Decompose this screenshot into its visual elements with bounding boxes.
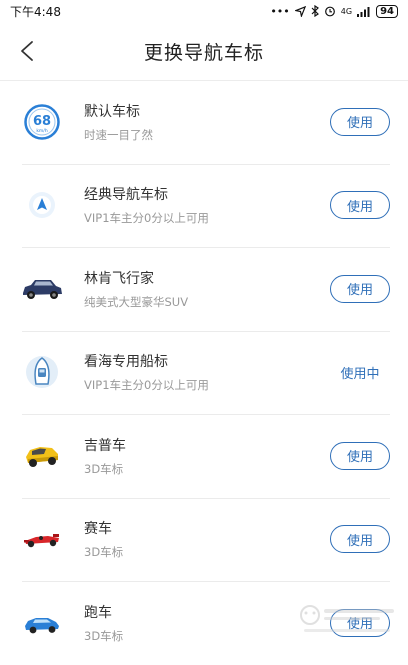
sports-car-icon bbox=[25, 617, 59, 634]
status-time: 下午4:48 bbox=[10, 4, 61, 19]
use-button[interactable]: 使用 bbox=[330, 107, 390, 136]
jeep-icon bbox=[26, 446, 58, 467]
use-button[interactable]: 使用 bbox=[330, 274, 390, 303]
list-item: 赛车 3D车标 使用 bbox=[0, 497, 408, 582]
use-button[interactable]: 使用 bbox=[330, 525, 390, 554]
header: 更换导航车标 bbox=[0, 22, 408, 81]
status-bar: 下午4:48 ••• 4G 94 bbox=[0, 0, 408, 22]
list-item: 看海专用船标 VIP1车主分0分以上可用 使用中 bbox=[0, 330, 408, 415]
suv-car-icon bbox=[23, 279, 62, 299]
in-use-label: 使用中 bbox=[340, 366, 380, 382]
list-item: 吉普车 3D车标 使用 bbox=[0, 414, 408, 498]
page-title: 更换导航车标 bbox=[143, 41, 264, 64]
speedometer-icon: 68 km/h bbox=[24, 104, 60, 140]
list-item: 68 km/h 默认车标 时速一目了然 使用 bbox=[0, 80, 408, 164]
race-car-icon bbox=[24, 534, 59, 548]
battery-level: 94 bbox=[376, 4, 398, 18]
signal-icon bbox=[357, 6, 370, 17]
alarm-icon bbox=[324, 6, 335, 17]
back-button[interactable] bbox=[12, 36, 42, 66]
network-type: 4G bbox=[340, 6, 353, 16]
boat-icon bbox=[26, 356, 58, 389]
navigation-arrow-icon bbox=[29, 192, 55, 219]
status-icons: ••• 4G 94 bbox=[270, 4, 398, 18]
dots-icon: ••• bbox=[270, 4, 290, 18]
list-item: 经典导航车标 VIP1车主分0分以上可用 使用 bbox=[0, 163, 408, 248]
car-icon-list: 68 km/h 默认车标 时速一目了然 使用 经典导航车标 VIP1车主分0分以… bbox=[0, 80, 408, 665]
use-button[interactable]: 使用 bbox=[330, 191, 390, 220]
bluetooth-icon bbox=[311, 5, 319, 17]
list-item: 林肯飞行家 纯美式大型豪华SUV 使用 bbox=[0, 247, 408, 331]
watermark-logo bbox=[300, 605, 394, 632]
location-icon bbox=[294, 5, 306, 17]
speed-value: 68 bbox=[33, 114, 51, 129]
use-button[interactable]: 使用 bbox=[330, 441, 390, 470]
speed-unit: km/h bbox=[36, 128, 48, 134]
back-arrow-icon bbox=[21, 41, 33, 61]
